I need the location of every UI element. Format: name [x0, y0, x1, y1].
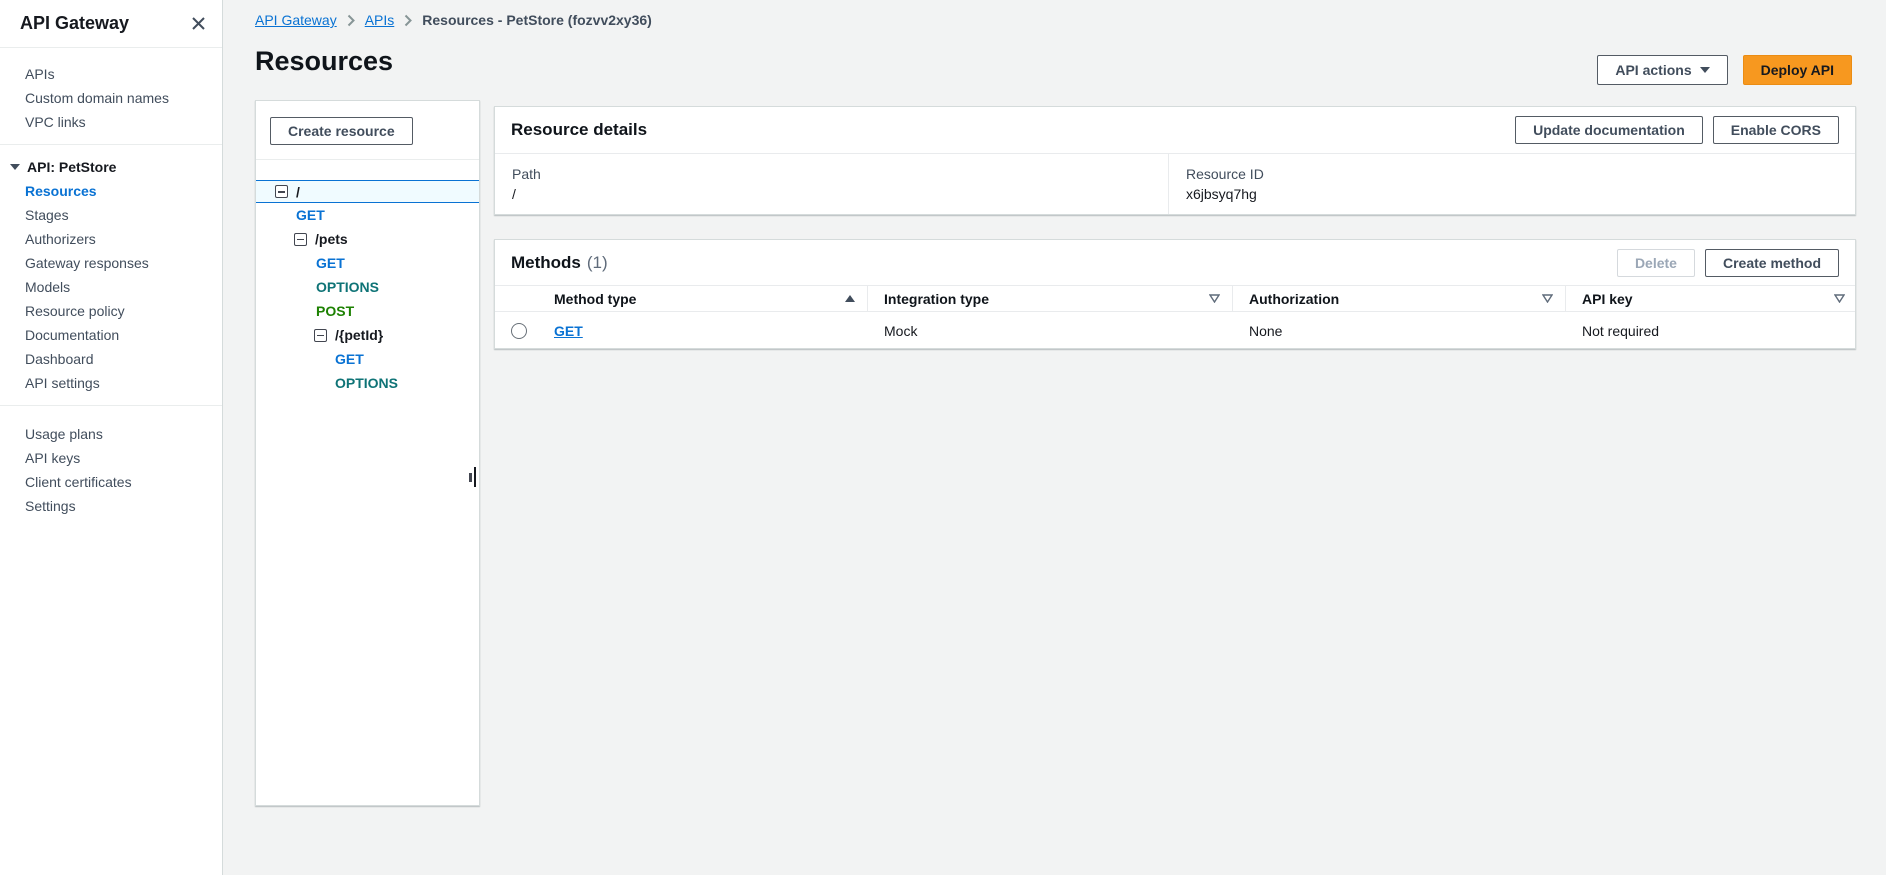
methods-count: (1) [587, 253, 608, 273]
tree-method-label: OPTIONS [335, 375, 398, 391]
sidebar-item-stages[interactable]: Stages [0, 203, 222, 227]
resource-id-value: x6jbsyq7hg [1186, 186, 1264, 202]
sidebar-top-nav: APIs Custom domain names VPC links [0, 48, 222, 134]
resource-tree: / GET /pets GET OPTIONS POST /{petId} GE… [256, 160, 479, 395]
sidebar-api-nav: Resources Stages Authorizers Gateway res… [0, 179, 222, 395]
deploy-api-button[interactable]: Deploy API [1743, 55, 1852, 85]
tree-method-label: GET [296, 207, 325, 223]
tree-row-root[interactable]: / [256, 180, 479, 203]
page-title: Resources [255, 46, 393, 77]
table-row: GET Mock None Not required [495, 312, 1855, 349]
sidebar-title: API Gateway [20, 13, 129, 34]
sidebar-item-resources[interactable]: Resources [0, 179, 222, 203]
resource-details-body: Path / Resource ID x6jbsyq7hg [495, 154, 1855, 214]
tree-resource-label: / [296, 184, 300, 200]
filter-icon [1542, 294, 1553, 303]
breadcrumb-api-gateway[interactable]: API Gateway [255, 12, 337, 28]
resource-details-panel: Resource details Update documentation En… [494, 106, 1856, 215]
breadcrumb: API Gateway APIs Resources - PetStore (f… [255, 12, 652, 28]
sidebar-item-custom-domain-names[interactable]: Custom domain names [0, 86, 222, 110]
tree-method-label: OPTIONS [316, 279, 379, 295]
tree-resource-label: /pets [315, 231, 348, 247]
resize-handle-icon[interactable] [469, 467, 476, 487]
column-header-integration-type[interactable]: Integration type [868, 286, 1233, 311]
resource-id-field: Resource ID x6jbsyq7hg [1169, 154, 1264, 214]
resource-tree-panel: Create resource / GET /pets GET OPTIONS … [255, 100, 480, 806]
sidebar-item-vpc-links[interactable]: VPC links [0, 110, 222, 134]
tree-row-method[interactable]: GET [256, 251, 479, 275]
sidebar-header: API Gateway [0, 0, 222, 48]
collapse-minus-icon[interactable] [275, 185, 288, 198]
methods-table-header: Method type Integration type Authorizati… [495, 285, 1855, 312]
methods-header: Methods (1) Delete Create method [495, 240, 1855, 285]
sidebar-item-api-settings[interactable]: API settings [0, 371, 222, 395]
path-field: Path / [495, 154, 1169, 214]
sidebar-item-client-certificates[interactable]: Client certificates [0, 470, 222, 494]
sidebar-item-gateway-responses[interactable]: Gateway responses [0, 251, 222, 275]
breadcrumb-apis[interactable]: APIs [365, 12, 395, 28]
delete-button[interactable]: Delete [1617, 249, 1695, 277]
caret-down-icon [10, 164, 20, 170]
sort-asc-icon [845, 295, 855, 302]
chevron-right-icon [404, 14, 412, 27]
resource-tree-toolbar: Create resource [256, 101, 479, 160]
sidebar-item-documentation[interactable]: Documentation [0, 323, 222, 347]
method-get-link[interactable]: GET [554, 323, 583, 339]
sidebar-item-resource-policy[interactable]: Resource policy [0, 299, 222, 323]
sidebar-divider [0, 405, 222, 406]
collapse-minus-icon[interactable] [314, 329, 327, 342]
sidebar-item-api-keys[interactable]: API keys [0, 446, 222, 470]
sidebar-divider [0, 144, 222, 145]
authorization-cell: None [1233, 323, 1566, 339]
path-label: Path [512, 166, 1168, 182]
tree-row-method[interactable]: GET [256, 347, 479, 371]
collapse-minus-icon[interactable] [294, 233, 307, 246]
sidebar-section-label: API: PetStore [27, 159, 116, 175]
tree-row-method[interactable]: OPTIONS [256, 371, 479, 395]
path-value: / [512, 186, 1168, 202]
chevron-right-icon [347, 14, 355, 27]
sidebar-item-settings[interactable]: Settings [0, 494, 222, 518]
tree-row-method[interactable]: GET [256, 203, 479, 227]
caret-down-icon [1700, 67, 1710, 73]
tree-method-label: GET [335, 351, 364, 367]
sidebar-item-dashboard[interactable]: Dashboard [0, 347, 222, 371]
column-header-authorization[interactable]: Authorization [1233, 286, 1566, 311]
integration-type-cell: Mock [868, 323, 1233, 339]
api-key-cell: Not required [1566, 323, 1857, 339]
resource-details-title: Resource details [511, 120, 647, 140]
sidebar-bottom-nav: Usage plans API keys Client certificates… [0, 416, 222, 518]
breadcrumb-current: Resources - PetStore (fozvv2xy36) [422, 12, 652, 28]
sidebar-item-apis[interactable]: APIs [0, 62, 222, 86]
tree-row-method[interactable]: OPTIONS [256, 275, 479, 299]
sidebar-item-models[interactable]: Models [0, 275, 222, 299]
tree-method-label: POST [316, 303, 354, 319]
create-method-button[interactable]: Create method [1705, 249, 1839, 277]
tree-resource-label: /{petId} [335, 327, 383, 343]
tree-method-label: GET [316, 255, 345, 271]
tree-row-petid[interactable]: /{petId} [256, 323, 479, 347]
tree-row-method[interactable]: POST [256, 299, 479, 323]
tree-row-pets[interactable]: /pets [256, 227, 479, 251]
create-resource-button[interactable]: Create resource [270, 117, 413, 145]
update-documentation-button[interactable]: Update documentation [1515, 116, 1703, 144]
page-actions: API actions Deploy API [1597, 55, 1852, 85]
sidebar-item-usage-plans[interactable]: Usage plans [0, 422, 222, 446]
filter-icon [1834, 294, 1845, 303]
api-actions-button[interactable]: API actions [1597, 55, 1727, 85]
filter-icon [1209, 294, 1220, 303]
resource-id-label: Resource ID [1186, 166, 1264, 182]
column-header-method-type[interactable]: Method type [542, 286, 868, 311]
sidebar-section-api-petstore[interactable]: API: PetStore [0, 155, 222, 179]
methods-title: Methods [511, 253, 581, 273]
resource-details-header: Resource details Update documentation En… [495, 107, 1855, 154]
enable-cors-button[interactable]: Enable CORS [1713, 116, 1839, 144]
close-icon[interactable] [191, 16, 206, 31]
methods-panel: Methods (1) Delete Create method Method … [494, 239, 1856, 349]
sidebar: API Gateway APIs Custom domain names VPC… [0, 0, 223, 875]
api-actions-label: API actions [1615, 62, 1691, 78]
row-select-radio[interactable] [511, 323, 527, 339]
sidebar-item-authorizers[interactable]: Authorizers [0, 227, 222, 251]
column-header-api-key[interactable]: API key [1566, 286, 1857, 311]
